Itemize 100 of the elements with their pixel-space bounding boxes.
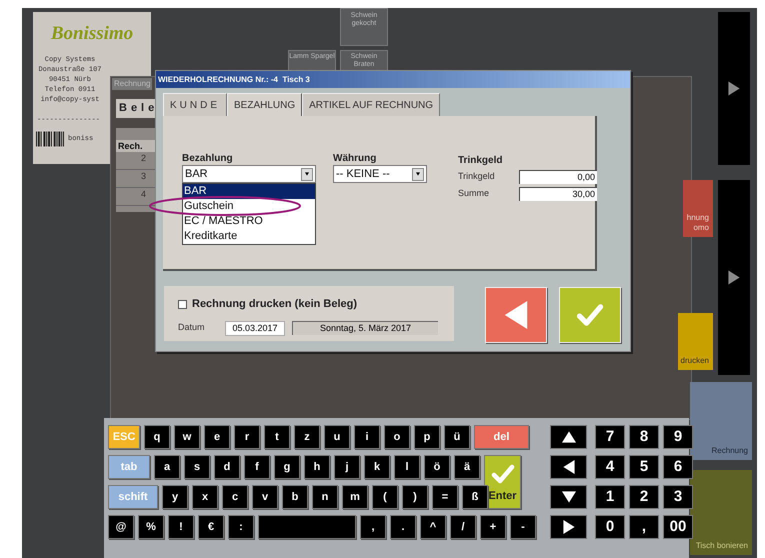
keyboard-key[interactable]: k [364, 455, 390, 479]
numpad-key[interactable]: 5 [629, 455, 659, 479]
keyboard-key[interactable]: @ [108, 515, 134, 539]
numpad-key[interactable]: 3 [663, 485, 693, 509]
keyboard-key[interactable]: z [294, 425, 320, 449]
table-button[interactable]: Tisch bonieren [690, 470, 752, 555]
triangle-up-icon [560, 430, 578, 444]
numpad-key[interactable]: , [629, 515, 659, 539]
dropdown-button[interactable] [412, 168, 424, 180]
keyboard-key[interactable]: p [414, 425, 440, 449]
receipts-heading: Bele [116, 99, 158, 118]
arrow-right-icon [727, 269, 741, 286]
space-key[interactable] [258, 515, 356, 539]
keyboard-key[interactable]: ! [168, 515, 194, 539]
keyboard-key[interactable]: m [342, 485, 368, 509]
keyboard-key[interactable]: - [510, 515, 536, 539]
checkmark-icon [490, 464, 514, 484]
tab[interactable]: KUNDE [163, 93, 228, 116]
keyboard-key[interactable]: d [214, 455, 240, 479]
keyboard-key[interactable]: ) [402, 485, 428, 509]
bill-button[interactable]: Rechnung [690, 382, 752, 460]
keyboard-key[interactable]: r [234, 425, 260, 449]
keyboard-key[interactable]: + [480, 515, 506, 539]
dropdown-option[interactable]: EC / MAESTRO [183, 214, 315, 229]
keyboard-key[interactable]: q [144, 425, 170, 449]
keyboard-key[interactable]: t [264, 425, 290, 449]
weekday-display: Sonntag, 5. März 2017 [292, 321, 438, 335]
tab[interactable]: BEZAHLUNG [227, 93, 302, 116]
triangle-right-icon [562, 518, 576, 536]
keyboard-key[interactable]: i [354, 425, 380, 449]
keyboard-key[interactable]: ß [462, 485, 488, 509]
keyboard-key[interactable]: . [390, 515, 416, 539]
keyboard-key[interactable]: , [360, 515, 386, 539]
date-field[interactable]: 05.03.2017 [225, 320, 285, 336]
column-header: Rech. [116, 140, 158, 152]
window-title: WIEDERHOLRECHNUNG Nr.: -4 Tisch 3 [158, 74, 310, 86]
numpad-key[interactable]: 9 [663, 425, 693, 449]
caret-down-icon [304, 172, 310, 176]
keyboard-key[interactable]: ü [444, 425, 470, 449]
keyboard-key[interactable]: l [394, 455, 420, 479]
numpad-key[interactable]: 2 [629, 485, 659, 509]
numpad-key[interactable]: 6 [663, 455, 693, 479]
numpad-key[interactable]: 1 [595, 485, 625, 509]
amount-field[interactable]: 0,00 [519, 170, 597, 184]
checkbox[interactable] [178, 300, 187, 309]
enter-key[interactable]: Enter [484, 455, 521, 509]
arrow-right-icon [727, 80, 741, 97]
keyboard-key[interactable]: ö [424, 455, 450, 479]
field-label: Bezahlung [182, 152, 233, 166]
keyboard-key[interactable]: / [450, 515, 476, 539]
arrow-key[interactable] [550, 455, 587, 479]
arrow-key[interactable] [550, 485, 587, 509]
currency-select[interactable]: -- KEINE -- [333, 165, 427, 183]
keyboard-key[interactable]: s [184, 455, 210, 479]
arrow-key[interactable] [550, 515, 587, 539]
keyboard-key[interactable]: y [162, 485, 188, 509]
dropdown-button[interactable] [301, 168, 313, 180]
field-label: Währung [333, 152, 376, 166]
keyboard-key[interactable]: c [222, 485, 248, 509]
keyboard-key[interactable]: % [138, 515, 164, 539]
keyboard-key[interactable]: f [244, 455, 270, 479]
numpad-key[interactable]: 7 [595, 425, 625, 449]
numpad-key[interactable]: 00 [663, 515, 693, 539]
tab[interactable]: ARTIKEL AUF RECHNUNG [302, 93, 440, 116]
keyboard-key[interactable]: = [432, 485, 458, 509]
numpad-key[interactable]: 0 [595, 515, 625, 539]
keyboard-key[interactable]: w [174, 425, 200, 449]
field-label: Summe [458, 187, 490, 200]
keyboard-key[interactable]: e [204, 425, 230, 449]
storno-button[interactable]: hnung omo [683, 180, 713, 237]
print-button[interactable]: drucken [678, 313, 713, 370]
keyboard-key[interactable]: g [274, 455, 300, 479]
dropdown-option[interactable]: Kreditkarte [183, 229, 315, 244]
keyboard-key[interactable]: ( [372, 485, 398, 509]
keyboard-key[interactable]: ^ [420, 515, 446, 539]
section-heading: Trinkgeld [458, 154, 502, 168]
keyboard-key[interactable]: h [304, 455, 330, 479]
keyboard-key[interactable]: a [154, 455, 180, 479]
keyboard-key[interactable]: € [198, 515, 224, 539]
field-label: Datum [178, 321, 206, 334]
dropdown-option[interactable]: BAR [183, 184, 315, 199]
checkbox-label: Rechnung drucken (kein Beleg) [192, 297, 358, 312]
keyboard-key[interactable]: j [334, 455, 360, 479]
keyboard-key[interactable]: v [252, 485, 278, 509]
arrow-key[interactable] [550, 425, 587, 449]
logo: Bonissimo [50, 22, 134, 46]
payment-select[interactable]: BAR [182, 165, 316, 183]
keyboard-key[interactable]: b [282, 485, 308, 509]
amount-field[interactable]: 30,00 [519, 187, 597, 201]
keyboard-key[interactable]: x [192, 485, 218, 509]
checkmark-icon [576, 303, 604, 327]
dropdown-option[interactable]: Gutschein [183, 199, 315, 214]
keyboard-key[interactable]: o [384, 425, 410, 449]
keyboard-key[interactable]: ä [454, 455, 480, 479]
back-button[interactable] [485, 287, 547, 343]
numpad-key[interactable]: 8 [629, 425, 659, 449]
keyboard-key[interactable]: : [228, 515, 254, 539]
keyboard-key[interactable]: n [312, 485, 338, 509]
keyboard-key[interactable]: u [324, 425, 350, 449]
numpad-key[interactable]: 4 [595, 455, 625, 479]
